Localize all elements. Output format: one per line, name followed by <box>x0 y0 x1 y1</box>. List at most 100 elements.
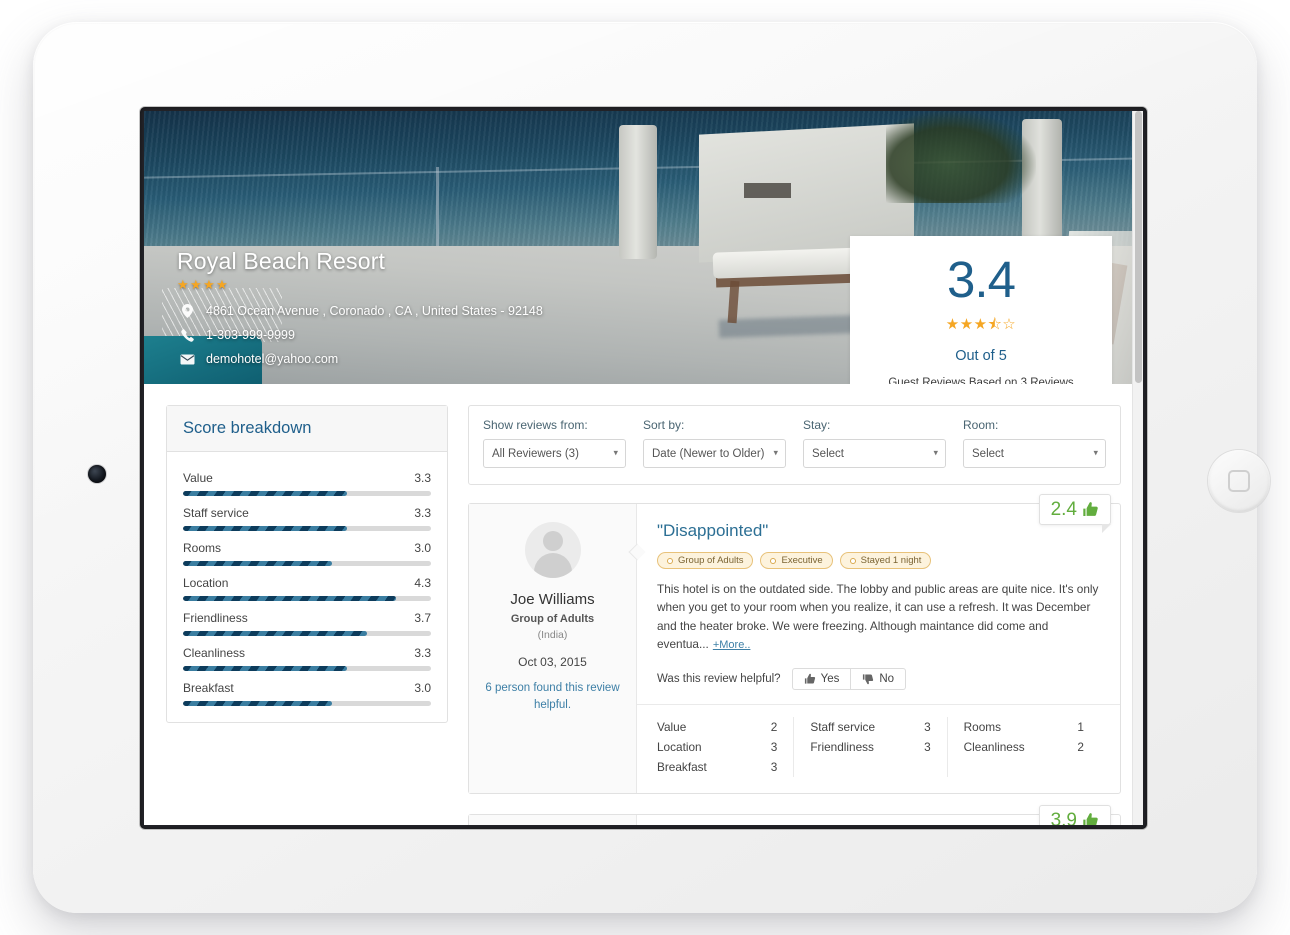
review-score-value: 3 <box>770 759 778 774</box>
review-text-wrap: This hotel is on the outdated side. The … <box>657 580 1100 654</box>
breakdown-metric: Cleanliness 3.3 <box>183 646 431 671</box>
hotel-name: Royal Beach Resort <box>177 248 386 274</box>
page-scrollbar[interactable] <box>1132 111 1143 825</box>
review-tag-label: Stayed 1 night <box>860 555 922 566</box>
reviews-column: Show reviews from: All Reviewers (3) ▾ Sort… <box>468 405 1121 825</box>
phone-icon <box>177 328 197 342</box>
hero-wall-vent <box>744 183 791 198</box>
review-score-value: 3 <box>770 739 778 754</box>
thumbs-down-icon <box>862 673 874 685</box>
breakdown-metric-value: 3.3 <box>414 471 431 485</box>
tablet-device: Royal Beach Resort ★★★★ 4861 Ocean Avenu… <box>33 22 1270 913</box>
breakdown-metric-row: Cleanliness 3.3 <box>183 646 431 660</box>
review-tag: Group of Adults <box>657 552 754 569</box>
breakdown-metric-label: Location <box>183 576 229 590</box>
review-helpful-no-button[interactable]: No <box>851 667 907 690</box>
breakdown-metric: Value 3.3 <box>183 471 431 496</box>
map-pin-icon <box>177 304 197 318</box>
breakdown-bar-fill <box>183 526 347 531</box>
breakdown-metric-label: Cleanliness <box>183 646 246 660</box>
review-score-label: Location <box>657 739 702 754</box>
breakdown-bar-fill <box>183 561 332 566</box>
breakdown-metric-row: Staff service 3.3 <box>183 506 431 520</box>
review-filter-select[interactable]: Date (Newer to Older) ▾ <box>643 439 786 468</box>
review-filter-label: Room: <box>963 418 999 432</box>
score-breakdown-header: Score breakdown <box>167 406 447 452</box>
breakdown-metric-value: 3.0 <box>414 681 431 695</box>
breakdown-bar-fill <box>183 631 367 636</box>
hotel-phone-line: 1-303-999-9999 <box>177 328 543 342</box>
review-score-badge: 2.4 <box>1038 494 1111 533</box>
scrollbar-thumb[interactable] <box>1135 111 1142 383</box>
breakdown-metric: Friendliness 3.7 <box>183 611 431 636</box>
breakdown-bar-track <box>183 491 431 496</box>
breakdown-bar-track <box>183 701 431 706</box>
review-score-item: Value 2 <box>657 717 777 737</box>
review-score-item: Friendliness 3 <box>810 737 930 757</box>
hero-banner: Royal Beach Resort ★★★★ 4861 Ocean Avenu… <box>144 111 1143 384</box>
chevron-down-icon: ▾ <box>933 446 938 457</box>
review-score-item: Cleanliness 2 <box>964 737 1084 757</box>
breakdown-metric-row: Rooms 3.0 <box>183 541 431 555</box>
hero-column-left <box>619 125 657 259</box>
review-filter-select[interactable]: All Reviewers (3) ▾ <box>483 439 626 468</box>
breakdown-metric-value: 4.3 <box>414 576 431 590</box>
review-score-column: Staff service 3 Friendliness 3 <box>793 716 946 777</box>
review-more-link[interactable]: +More.. <box>713 639 751 651</box>
review-filter: Show reviews from: All Reviewers (3) ▾ <box>483 418 626 468</box>
hotel-info: Royal Beach Resort ★★★★ 4861 Ocean Avenu… <box>177 248 543 376</box>
camera-icon <box>88 465 106 483</box>
breakdown-metric-row: Friendliness 3.7 <box>183 611 431 625</box>
thumbs-up-icon <box>1082 812 1099 825</box>
breakdown-metric-label: Rooms <box>183 541 222 555</box>
breakdown-metric: Location 4.3 <box>183 576 431 601</box>
review-score-value: 3 <box>924 719 931 734</box>
review-score-label: Value <box>657 719 687 734</box>
chevron-down-icon: ▾ <box>613 446 618 457</box>
review-score-label: Breakfast <box>657 759 707 774</box>
review-tag-label: Executive <box>781 555 823 566</box>
hotel-address-line: 4861 Ocean Avenue , Coronado , CA , Unit… <box>177 304 543 318</box>
review-score-badge: 3.9 <box>1038 804 1111 825</box>
score-breakdown-list: Value 3.3 Staff service 3.3 Rooms 3.0 Location… <box>167 452 447 722</box>
thumbs-up-icon <box>1082 501 1099 518</box>
review-filter-value: Select <box>972 447 1004 460</box>
main-content: Score breakdown Value 3.3 Staff service 3.3… <box>144 384 1143 825</box>
review-tag: Executive <box>760 552 833 569</box>
review-score-label: Staff service <box>810 719 876 734</box>
review-filter-value: Select <box>812 447 844 460</box>
breakdown-bar-fill <box>183 666 347 671</box>
reviewer-name: Joe Williams <box>510 591 595 608</box>
overall-rating-stars: ★★★⯪☆ <box>945 316 1017 333</box>
hero-foliage <box>886 111 1036 203</box>
review-helpful-yes-button[interactable]: Yes <box>791 667 852 690</box>
review-score-value: 2 <box>1077 739 1084 754</box>
review-tags: Group of Adults Executive Stayed 1 night <box>657 552 1100 569</box>
hotel-email-line: demohotel@yahoo.com <box>177 352 543 366</box>
review-score-value: 3 <box>924 739 931 754</box>
chevron-down-icon: ▾ <box>773 446 778 457</box>
review-card: 3.9"Spacios rooms with beautiful view"Fa… <box>468 804 1121 825</box>
envelope-icon <box>177 354 197 365</box>
tag-dot-icon <box>849 557 856 564</box>
review-score-grid: Value 2 Location 3 Breakfast 3 Staff service 3 F… <box>637 703 1120 793</box>
review-filter-value: All Reviewers (3) <box>492 447 579 460</box>
review-helpful-yes-label: Yes <box>820 672 840 685</box>
breakdown-metric-label: Friendliness <box>183 611 248 625</box>
review-filter: Sort by: Date (Newer to Older) ▾ <box>643 418 786 468</box>
review-score-badge-value: 3.9 <box>1050 809 1077 825</box>
breakdown-metric-row: Value 3.3 <box>183 471 431 485</box>
review-score-item: Staff service 3 <box>810 717 930 737</box>
tag-dot-icon <box>770 557 777 564</box>
overall-rating-outof: Out of 5 <box>955 348 1007 364</box>
review-filter-select[interactable]: Select ▾ <box>963 439 1106 468</box>
score-breakdown-panel: Score breakdown Value 3.3 Staff service 3.3… <box>166 405 448 723</box>
reviewer-panel <box>469 814 637 825</box>
chevron-down-icon: ▾ <box>1093 446 1098 457</box>
reviewer-helpful-count: 6 person found this review helpful. <box>485 682 620 711</box>
review-score-item: Rooms 1 <box>964 717 1084 737</box>
breakdown-metric-label: Breakfast <box>183 681 234 695</box>
home-button[interactable] <box>1208 450 1270 512</box>
review-filter-select[interactable]: Select ▾ <box>803 439 946 468</box>
breakdown-metric: Rooms 3.0 <box>183 541 431 566</box>
